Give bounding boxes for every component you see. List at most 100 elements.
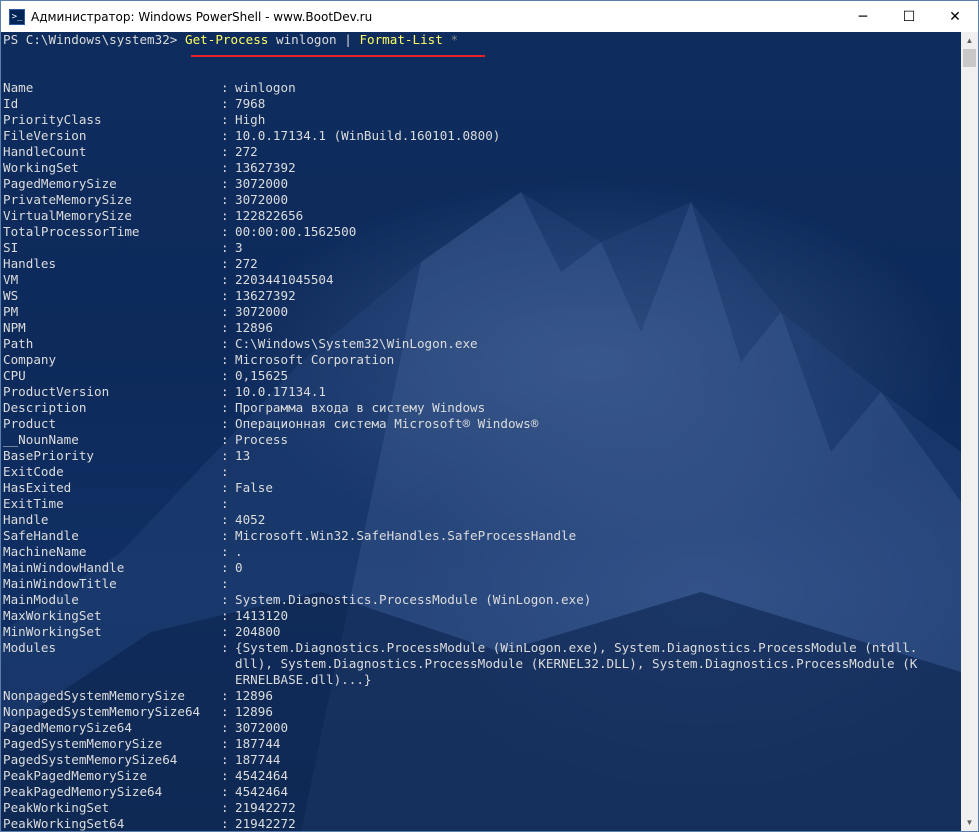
property-row: MainWindowTitle:: [3, 576, 229, 592]
minimize-button[interactable]: ─: [840, 1, 886, 32]
property-name: WorkingSet: [3, 160, 79, 175]
property-name: PeakPagedMemorySize64: [3, 784, 163, 799]
property-row: WS:13627392: [3, 288, 296, 304]
property-row: Description: Программа входа в систему Wi…: [3, 400, 485, 416]
property-name: FileVersion: [3, 128, 87, 143]
property-separator: :: [221, 384, 229, 399]
property-separator: :: [221, 224, 229, 239]
property-name: ExitCode: [3, 464, 64, 479]
property-row: __NounName: Process: [3, 432, 288, 448]
property-row: PeakWorkingSet:21942272: [3, 800, 296, 816]
property-value: 122822656: [235, 208, 304, 223]
property-name: BasePriority: [3, 448, 94, 463]
property-separator: :: [221, 640, 229, 655]
property-row: PriorityClass: High: [3, 112, 265, 128]
property-separator: :: [221, 576, 229, 591]
property-separator: :: [221, 736, 229, 751]
console-output[interactable]: PS C:\Windows\system32> Get-Process winl…: [1, 32, 961, 831]
property-value: 10.0.17134.1: [235, 384, 326, 399]
property-name: MainWindowHandle: [3, 560, 125, 575]
vertical-scrollbar[interactable]: ▲ ▼: [961, 32, 978, 831]
property-separator: :: [221, 288, 229, 303]
property-name: Description: [3, 400, 87, 415]
property-name: PeakPagedMemorySize: [3, 768, 148, 783]
property-name: Company: [3, 352, 57, 367]
property-separator: :: [221, 528, 229, 543]
property-name: MinWorkingSet: [3, 624, 102, 639]
scroll-thumb[interactable]: [963, 49, 976, 67]
property-name: Handle: [3, 512, 49, 527]
property-row: PrivateMemorySize:3072000: [3, 192, 288, 208]
property-value: .: [235, 544, 243, 559]
property-separator: :: [221, 784, 229, 799]
property-separator: :: [221, 512, 229, 527]
property-value: 13627392: [235, 288, 296, 303]
property-separator: :: [221, 592, 229, 607]
close-button[interactable]: ✕: [932, 1, 978, 32]
property-separator: :: [221, 320, 229, 335]
powershell-window: >_ Администратор: Windows PowerShell - w…: [0, 0, 979, 832]
prompt-pipe: |: [344, 32, 352, 47]
property-row: ExitTime:: [3, 496, 229, 512]
property-row: NPM:12896: [3, 320, 273, 336]
property-value: C:\Windows\System32\WinLogon.exe: [235, 336, 478, 351]
property-separator: :: [221, 256, 229, 271]
property-value: False: [235, 480, 273, 495]
scroll-up-icon[interactable]: ▲: [961, 32, 978, 49]
scroll-down-icon[interactable]: ▼: [961, 814, 978, 831]
property-name: PrivateMemorySize: [3, 192, 132, 207]
property-row: Name: winlogon: [3, 80, 296, 96]
property-name: PagedSystemMemorySize64: [3, 752, 178, 767]
property-separator: :: [221, 464, 229, 479]
property-value: Microsoft Corporation: [235, 352, 395, 367]
property-name: HandleCount: [3, 144, 87, 159]
property-name: PM: [3, 304, 19, 319]
property-value: winlogon: [235, 80, 296, 95]
property-value: 204800: [235, 624, 281, 639]
property-separator: :: [221, 816, 229, 831]
property-value: Microsoft.Win32.SafeHandles.SafeProcessH…: [235, 528, 577, 543]
title-bar[interactable]: >_ Администратор: Windows PowerShell - w…: [1, 1, 978, 32]
property-row: ExitCode:: [3, 464, 229, 480]
property-name: Modules: [3, 640, 57, 655]
property-row: Company: Microsoft Corporation: [3, 352, 394, 368]
property-value: 3072000: [235, 304, 289, 319]
property-separator: :: [221, 304, 229, 319]
property-separator: :: [221, 624, 229, 639]
property-value: 12896: [235, 688, 273, 703]
property-value: 4052: [235, 512, 266, 527]
property-value: 7968: [235, 96, 266, 111]
property-name: SafeHandle: [3, 528, 79, 543]
property-value: System.Diagnostics.ProcessModule (WinLog…: [235, 592, 592, 607]
property-row: PagedSystemMemorySize:187744: [3, 736, 281, 752]
property-separator: :: [221, 688, 229, 703]
property-separator: :: [221, 800, 229, 815]
property-name: NonpagedSystemMemorySize64: [3, 704, 201, 719]
property-value: 3072000: [235, 720, 289, 735]
property-name: Path: [3, 336, 34, 351]
property-row: MainModule: System.Diagnostics.ProcessMod…: [3, 592, 591, 608]
property-value: 187744: [235, 736, 281, 751]
property-separator: :: [221, 144, 229, 159]
prompt-argument: winlogon: [275, 32, 337, 47]
property-value: 2203441045504: [235, 272, 334, 287]
property-separator: :: [221, 704, 229, 719]
property-row: MainWindowHandle:0: [3, 560, 243, 576]
property-name: SI: [3, 240, 19, 255]
prompt-path: PS C:\Windows\system32>: [3, 32, 178, 47]
property-value: ERNELBASE.dll)...}: [235, 672, 372, 687]
property-value: 272: [235, 256, 258, 271]
property-name: VM: [3, 272, 19, 287]
maximize-button[interactable]: ☐: [886, 1, 932, 32]
property-separator: :: [221, 768, 229, 783]
property-row: HandleCount:272: [3, 144, 258, 160]
property-row: PeakPagedMemorySize64:4542464: [3, 784, 288, 800]
property-name: ExitTime: [3, 496, 64, 511]
command-underline: [191, 55, 485, 57]
property-separator: :: [221, 608, 229, 623]
property-separator: :: [221, 416, 229, 431]
property-value: 1413120: [235, 608, 289, 623]
property-name: WS: [3, 288, 19, 303]
property-value: 0,15625: [235, 368, 289, 383]
property-separator: :: [221, 400, 229, 415]
